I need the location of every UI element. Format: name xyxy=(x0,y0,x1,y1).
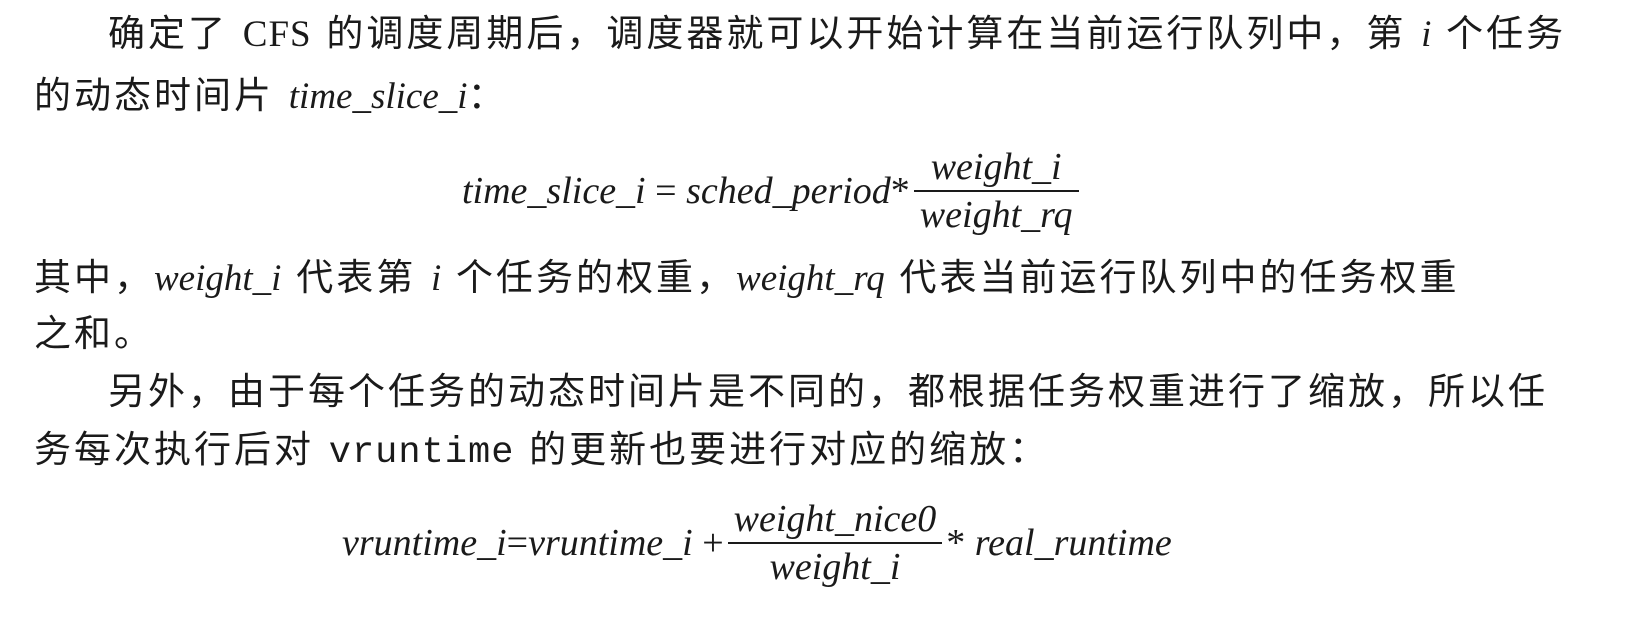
math-var-weight-rq: weight_rq xyxy=(736,258,885,299)
fraction: weight_nice0 weight_i xyxy=(727,498,943,588)
text-segment: 的动态时间片 xyxy=(34,74,289,117)
formula-time-slice: time_slice_i = sched_period * weight_i w… xyxy=(462,146,1083,236)
fraction-denominator: weight_rq xyxy=(919,194,1073,236)
cfs-term: CFS xyxy=(242,14,312,55)
text-segment: ： xyxy=(467,74,508,117)
text-segment: 个任务 xyxy=(1431,12,1567,55)
paragraph-2-line-2: 之和。 xyxy=(34,312,154,356)
math-var-i: i xyxy=(1421,14,1432,55)
code-vruntime: vruntime xyxy=(328,432,515,474)
paragraph-1-line-1: 确定了 CFS 的调度周期后，调度器就可以开始计算在当前运行队列中，第 i 个任… xyxy=(108,12,1566,57)
paragraph-1-line-2: 的动态时间片 time_slice_i： xyxy=(34,74,508,119)
text-segment: 代表第 xyxy=(281,256,431,299)
formula-vruntime: vruntime_i = vruntime_i + weight_nice0 w… xyxy=(342,498,1172,588)
fraction-numerator: weight_nice0 xyxy=(733,498,937,540)
paragraph-3-line-2: 务每次执行后对 vruntime 的更新也要进行对应的缩放： xyxy=(34,428,1049,475)
math-var-weight-i: weight_i xyxy=(154,258,282,299)
math-var-i: i xyxy=(430,258,442,299)
formula-times: * xyxy=(946,522,975,564)
text-segment: 务每次执行后对 xyxy=(34,428,329,471)
text-segment: 个任务的权重， xyxy=(441,256,737,299)
paragraph-3-line-1: 另外，由于每个任务的动态时间片是不同的，都根据任务权重进行了缩放，所以任 xyxy=(108,370,1548,414)
text-segment: 另外，由于每个任务的动态时间片是不同的，都根据任务权重进行了缩放，所以任 xyxy=(108,370,1548,413)
formula-equals: = xyxy=(506,522,529,564)
formula-factor: sched_period xyxy=(686,170,891,212)
formula-equals: = xyxy=(645,170,687,212)
formula-times: * xyxy=(890,170,910,212)
text-segment: 确定了 xyxy=(108,12,243,55)
fraction-numerator: weight_i xyxy=(930,146,1062,188)
math-var-time-slice-i: time_slice_i xyxy=(288,76,468,117)
text-segment: 的调度周期后，调度器就可以开始计算在当前运行队列中，第 xyxy=(311,12,1422,55)
text-segment: 其中， xyxy=(34,256,154,299)
formula-plus: + xyxy=(692,522,724,564)
formula-factor: real_runtime xyxy=(974,522,1172,564)
formula-lhs: time_slice_i xyxy=(462,170,646,212)
formula-lhs: vruntime_i xyxy=(342,522,507,564)
text-segment: 之和。 xyxy=(34,312,154,355)
text-segment: 的更新也要进行对应的缩放： xyxy=(514,428,1050,471)
fraction-denominator: weight_i xyxy=(769,546,901,588)
fraction: weight_i weight_rq xyxy=(913,146,1079,236)
formula-rhs-term: vruntime_i xyxy=(528,522,693,564)
paragraph-2-line-1: 其中，weight_i 代表第 i 个任务的权重，weight_rq 代表当前运… xyxy=(34,256,1459,301)
text-segment: 代表当前运行队列中的任务权重 xyxy=(884,256,1460,299)
